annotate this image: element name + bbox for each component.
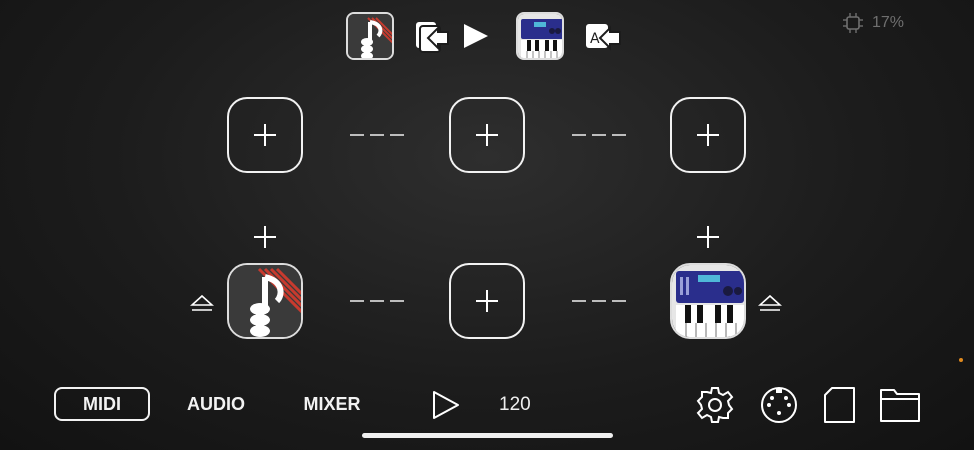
tab-midi[interactable]: MIDI bbox=[54, 387, 150, 421]
audio-route-icon[interactable]: A bbox=[582, 12, 622, 60]
add-slot-row1-3[interactable] bbox=[670, 97, 746, 173]
add-slot-row1-2[interactable] bbox=[449, 97, 525, 173]
add-above-right-plus-icon[interactable] bbox=[696, 225, 720, 249]
document-button[interactable] bbox=[820, 385, 860, 425]
tab-mixer[interactable]: MIXER bbox=[292, 387, 372, 421]
settings-button[interactable] bbox=[695, 385, 735, 425]
plus-icon bbox=[476, 290, 498, 312]
tab-audio[interactable]: AUDIO bbox=[176, 387, 256, 421]
midi-port-button[interactable] bbox=[759, 385, 799, 425]
midi-plugin-slot[interactable] bbox=[227, 263, 303, 339]
tab-midi-label: MIDI bbox=[83, 393, 121, 414]
tab-mixer-label: MIXER bbox=[303, 393, 361, 414]
home-indicator[interactable] bbox=[362, 433, 613, 438]
eject-left-icon[interactable] bbox=[190, 294, 214, 312]
tempo-value[interactable]: 120 bbox=[499, 394, 531, 416]
tab-audio-label: AUDIO bbox=[187, 393, 245, 414]
transport-play-button[interactable] bbox=[428, 385, 462, 425]
play-icon bbox=[433, 391, 459, 419]
cpu-chip-icon bbox=[843, 13, 863, 33]
synth-app-icon[interactable] bbox=[516, 12, 564, 60]
plus-icon bbox=[697, 124, 719, 146]
midi-port-icon bbox=[761, 387, 797, 423]
midi-app-icon[interactable] bbox=[346, 12, 394, 60]
eject-right-icon[interactable] bbox=[758, 294, 782, 312]
folder-icon bbox=[880, 389, 920, 422]
add-above-left-plus-icon[interactable] bbox=[253, 225, 277, 249]
app-root: A 17% MIDI AUDIO MIXER 120 bbox=[0, 0, 974, 450]
gear-icon bbox=[696, 387, 734, 423]
folder-button[interactable] bbox=[878, 385, 922, 425]
play-icon[interactable] bbox=[460, 12, 492, 60]
connector-dashes bbox=[350, 134, 404, 136]
plus-icon bbox=[476, 124, 498, 146]
synth-plugin-slot[interactable] bbox=[670, 263, 746, 339]
connector-dashes bbox=[572, 134, 626, 136]
add-slot-row1-1[interactable] bbox=[227, 97, 303, 173]
route-arrow-icon[interactable] bbox=[412, 12, 452, 60]
connector-dashes bbox=[572, 300, 626, 302]
status-dot bbox=[959, 358, 963, 362]
plus-icon bbox=[254, 124, 276, 146]
connector-dashes bbox=[350, 300, 404, 302]
svg-text:A: A bbox=[590, 31, 600, 47]
cpu-indicator: 17% bbox=[842, 12, 904, 34]
cpu-usage-label: 17% bbox=[872, 14, 905, 31]
document-icon bbox=[824, 387, 855, 423]
add-slot-row2-2[interactable] bbox=[449, 263, 525, 339]
